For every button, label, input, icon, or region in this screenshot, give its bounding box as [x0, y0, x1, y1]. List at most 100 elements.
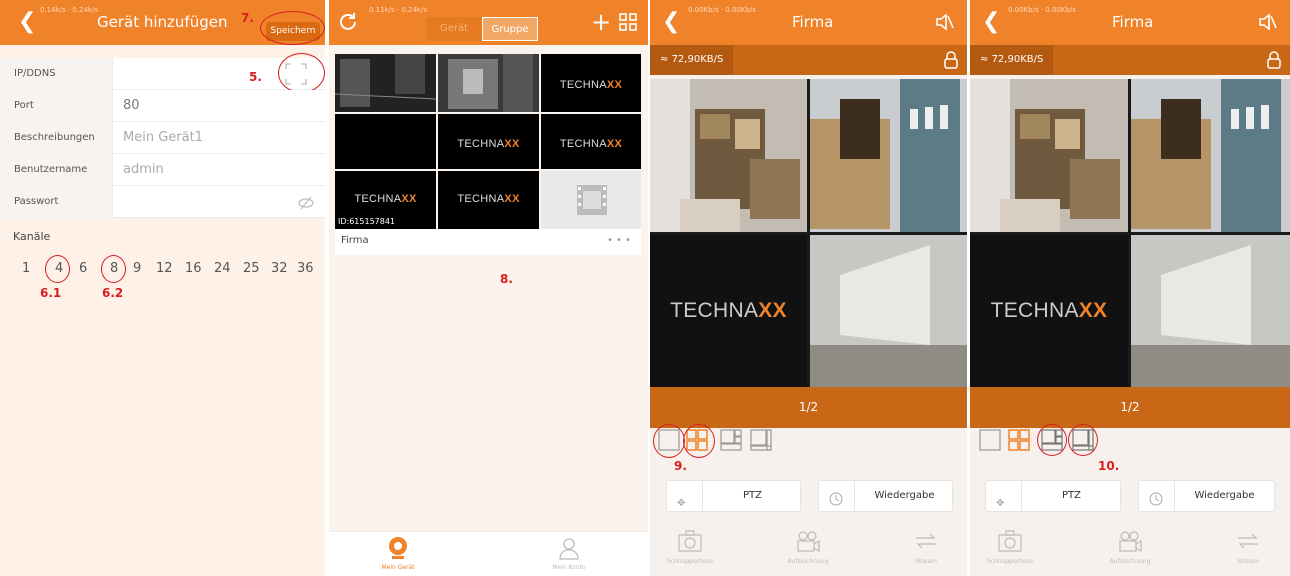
add-icon[interactable]: +	[591, 10, 611, 34]
callout-circle-eight	[1068, 424, 1098, 456]
status-rates: 0.14k/s · 0.24k/s	[40, 6, 98, 14]
username-row[interactable]: Benutzername admin	[0, 154, 325, 186]
playback-label: Wiedergabe	[1174, 481, 1274, 511]
callout-circle-ch8	[101, 255, 126, 283]
record-button[interactable]: Aufzeichnung	[1090, 530, 1170, 565]
playback-button[interactable]: Wiedergabe	[1138, 480, 1275, 512]
description-row[interactable]: Beschreibungen Mein Gerät1	[0, 122, 325, 154]
add-device-screen: ❮ 0.14k/s · 0.24k/s Gerät hinzufügen Spe…	[0, 0, 325, 576]
refresh-icon[interactable]	[337, 11, 359, 33]
layout-quad-icon[interactable]	[1008, 429, 1030, 451]
camera-snapshot-icon	[998, 530, 1022, 552]
lock-icon[interactable]	[943, 51, 959, 69]
stream-switch-icon	[1236, 530, 1260, 552]
tab-device[interactable]: Gerät	[426, 17, 482, 41]
tab-group[interactable]: Gruppe	[482, 17, 538, 41]
tab-my-device[interactable]: Mein Gerät	[358, 536, 438, 571]
port-input[interactable]: 80	[123, 90, 140, 122]
password-label: Passwort	[0, 186, 113, 218]
stream-label: Stream	[1237, 558, 1259, 565]
history-icon	[1149, 489, 1163, 506]
stream-button[interactable]: Stream	[886, 530, 966, 565]
layout-single-icon[interactable]	[979, 429, 1001, 451]
playback-button[interactable]: Wiedergabe	[818, 480, 953, 512]
grid-view-icon[interactable]	[619, 13, 637, 31]
page-title: Gerät hinzufügen	[97, 13, 228, 31]
camera-feed[interactable]	[810, 79, 967, 232]
video-record-icon	[1118, 530, 1142, 553]
camera-feed[interactable]: TECHNAXX	[650, 235, 807, 387]
segmented-control: Gerät Gruppe	[426, 17, 538, 41]
channel-option[interactable]: 25	[243, 261, 260, 276]
stream-button[interactable]: Stream	[1208, 530, 1288, 565]
channel-option[interactable]: 9	[133, 261, 141, 276]
live-view-screen: ❮ 0.00Kb/s · 0.00Kb/s Firma ≈ 72,90KB/S …	[650, 0, 967, 576]
username-input[interactable]: admin	[123, 154, 164, 186]
speaker-mute-icon[interactable]	[935, 12, 955, 32]
ptz-button[interactable]: ✥ PTZ	[985, 480, 1121, 512]
camera-feed[interactable]: TECHNAXX	[970, 235, 1128, 387]
lock-icon[interactable]	[1266, 51, 1282, 69]
channel-option[interactable]: 16	[185, 261, 202, 276]
callout-circle-save	[260, 11, 325, 45]
history-icon	[829, 489, 843, 506]
status-rates: 0.11k/s · 0.24k/s	[369, 6, 427, 14]
network-speed: ≈ 72,90KB/S	[970, 45, 1054, 75]
channel-option[interactable]: 12	[156, 261, 173, 276]
stream-switch-icon	[914, 530, 938, 552]
video-grid[interactable]: TECHNAXX	[650, 79, 967, 387]
camera-feed[interactable]	[810, 235, 967, 387]
description-input[interactable]: Mein Gerät1	[123, 122, 203, 154]
port-label: Port	[0, 90, 113, 122]
top-bar: 0.11k/s · 0.24k/s Gerät Gruppe +	[329, 0, 648, 45]
back-icon[interactable]: ❮	[982, 9, 1000, 34]
camera-feed[interactable]	[1131, 79, 1290, 232]
camera-thumb	[541, 171, 641, 229]
record-button[interactable]: Aufzeichnung	[768, 530, 848, 565]
camera-feed[interactable]	[970, 79, 1128, 232]
tab-label: Mein Konto	[552, 564, 586, 571]
camera-feed[interactable]	[1131, 235, 1290, 387]
snapshot-button[interactable]: Schnappschuss	[650, 530, 730, 565]
video-grid[interactable]: TECHNAXX	[970, 79, 1290, 387]
password-row[interactable]: Passwort	[0, 186, 325, 218]
channel-option[interactable]: 36	[297, 261, 314, 276]
camera-feed[interactable]	[650, 79, 807, 232]
snapshot-button[interactable]: Schnappschuss	[970, 530, 1050, 565]
channel-option[interactable]: 1	[22, 261, 30, 276]
username-label: Benutzername	[0, 154, 113, 186]
layout-eight-icon[interactable]	[750, 429, 772, 451]
back-icon[interactable]: ❮	[662, 9, 680, 34]
wifi-icon: ≈	[660, 54, 672, 65]
channel-option[interactable]: 6	[79, 261, 87, 276]
top-bar: ❮ 0.00Kb/s · 0.00Kb/s Firma	[650, 0, 967, 45]
page-indicator: 1/2	[970, 387, 1290, 428]
camera-thumb: TECHNAXX ID:615157841	[335, 171, 436, 229]
back-icon[interactable]: ❮	[18, 9, 36, 34]
layout-six-icon[interactable]	[720, 429, 742, 451]
channel-option[interactable]: 32	[271, 261, 288, 276]
callout-circle-six	[1037, 424, 1067, 456]
channel-option[interactable]: 24	[214, 261, 231, 276]
ip-ddns-row[interactable]: IP/DDNS	[0, 58, 325, 90]
tab-label: Mein Gerät	[381, 564, 415, 571]
film-placeholder-icon	[575, 183, 609, 217]
device-thumbnail-grid[interactable]: TECHNAXX TECHNAXX TECHNAXX TECHNAXX ID:6…	[335, 54, 641, 229]
more-options-icon[interactable]: • • •	[607, 229, 631, 253]
device-row[interactable]: Firma • • •	[335, 229, 641, 255]
person-icon	[557, 536, 581, 560]
eye-hidden-icon[interactable]	[298, 195, 314, 210]
technaxx-logo: TECHNAXX	[354, 193, 417, 205]
live-view-screen-2: ❮ 0.00Kb/s · 0.00Kb/s Firma ≈ 72,90KB/S …	[970, 0, 1290, 576]
callout-circle-quad	[683, 424, 715, 458]
port-row[interactable]: Port 80	[0, 90, 325, 122]
stream-label: Stream	[915, 558, 937, 565]
wifi-icon: ≈	[980, 54, 992, 65]
speaker-mute-icon[interactable]	[1258, 12, 1278, 32]
network-speed-bar: ≈ 72,90KB/S	[650, 45, 967, 75]
technaxx-logo: TECHNAXX	[457, 138, 520, 150]
tab-my-account[interactable]: Mein Konto	[529, 536, 609, 571]
ptz-button[interactable]: ✥ PTZ	[666, 480, 801, 512]
callout-9: 9.	[674, 459, 687, 473]
ptz-label: PTZ	[1021, 481, 1121, 511]
